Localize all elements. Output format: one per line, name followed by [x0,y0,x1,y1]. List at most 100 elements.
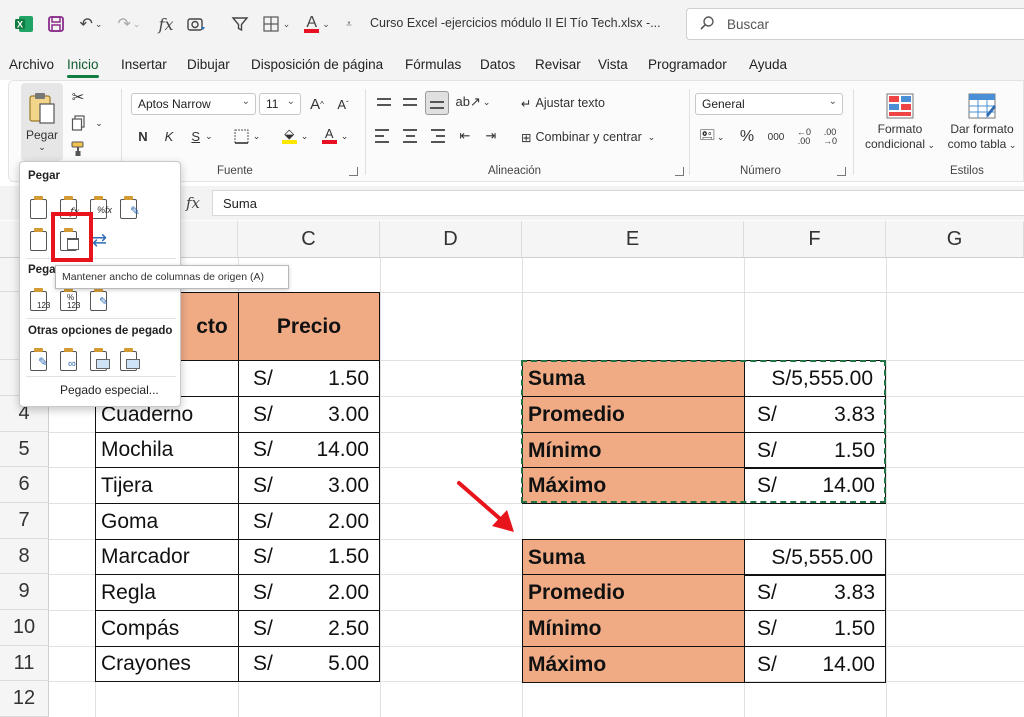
row-header-8[interactable]: 8 [0,539,49,574]
tab-insertar[interactable]: Insertar [121,57,167,72]
row-header-5[interactable]: 5 [0,432,49,467]
font-dialog-launcher-icon[interactable] [349,167,358,176]
row-header-11[interactable]: 11 [0,646,49,681]
price-cell[interactable]: S/1.50 [238,539,380,575]
paste-values-icon[interactable]: 123 [28,288,52,312]
summary-label-cell[interactable]: Promedio [522,574,745,611]
format-painter-icon[interactable] [67,139,89,159]
summary-label-cell[interactable]: Promedio [522,396,745,433]
align-top-icon[interactable] [375,93,393,111]
formula-input[interactable]: Suma [212,190,1024,216]
undo-icon[interactable]: ↶ ⌄ [78,13,104,35]
paste-linked-picture-icon[interactable] [118,348,142,372]
product-name-cell[interactable]: Goma [95,503,239,540]
price-cell[interactable]: S/2.50 [238,610,380,647]
insert-function-button[interactable]: fx [186,194,200,212]
align-right-icon[interactable] [427,127,445,145]
summary-label-cell[interactable]: Máximo [522,646,745,683]
camera-icon[interactable] [182,13,210,35]
save-icon[interactable] [46,13,66,35]
percent-button[interactable]: % [737,127,757,147]
summary-value-cell[interactable]: S/3.83 [744,396,886,433]
summary-value-cell[interactable]: S/5,555.00 [744,539,886,576]
summary-label-cell[interactable]: Mínimo [522,432,745,469]
paste-icon[interactable] [28,196,52,220]
number-format-select[interactable]: General ⌄ [695,93,843,115]
summary-label-cell[interactable]: Suma [522,539,745,576]
paste-values-source-formatting-icon[interactable]: ✎ [88,288,112,312]
summary-value-cell[interactable]: S/3.83 [744,574,886,611]
column-header-g[interactable]: G [886,221,1024,258]
price-cell[interactable]: S/14.00 [238,432,380,468]
tab-programador[interactable]: Programador [648,57,727,72]
redo-icon[interactable]: ↷ ⌄ [116,13,142,35]
tab-revisar[interactable]: Revisar [535,57,581,72]
product-name-cell[interactable]: Compás [95,610,239,647]
row-header-6[interactable]: 6 [0,467,49,503]
underline-button[interactable]: S ⌄ [185,125,219,147]
font-size-select[interactable]: 11 ⌄ [259,93,301,115]
column-header-d[interactable]: D [380,221,522,258]
number-dialog-launcher-icon[interactable] [837,167,846,176]
price-header-cell[interactable]: Precio [238,292,380,361]
product-name-cell[interactable]: Crayones [95,646,239,682]
font-color-icon[interactable]: A ⌄ [317,125,353,147]
tab-inicio[interactable]: Inicio [67,57,99,78]
search-input[interactable]: Buscar [686,8,1024,40]
decrease-decimal-icon[interactable]: .00 →0 [819,127,841,147]
paste-picture-icon[interactable] [88,348,112,372]
paste-keep-source-formatting-icon[interactable]: ✎ [118,196,142,220]
summary-label-cell[interactable]: Mínimo [522,610,745,647]
product-name-cell[interactable]: Mochila [95,432,239,468]
paste-special-menu-item[interactable]: Pegado especial... [60,383,159,397]
product-name-cell[interactable]: Regla [95,574,239,611]
summary-value-cell[interactable]: S/14.00 [744,467,886,504]
product-name-cell[interactable]: Marcador [95,539,239,575]
price-cell[interactable]: S/1.50 [238,360,380,397]
price-cell[interactable]: S/3.00 [238,396,380,433]
format-as-table-button[interactable]: Dar formato como tabla ⌄ [941,87,1023,159]
summary-value-cell[interactable]: S/14.00 [744,646,886,683]
tab-vista[interactable]: Vista [598,57,628,72]
tab-disposicion[interactable]: Disposición de página [251,57,383,72]
paste-link-icon[interactable]: ∞ [58,348,82,372]
summary-value-cell[interactable]: S/1.50 [744,432,886,469]
increase-indent-icon[interactable]: ⇥ [481,127,501,145]
paste-values-number-format-icon[interactable]: % 123 [58,288,82,312]
align-middle-icon[interactable] [401,93,419,111]
paste-button[interactable]: Pegar ⌄ [21,83,63,161]
price-cell[interactable]: S/2.00 [238,503,380,540]
wrap-text-button[interactable]: ↵ Ajustar texto [521,93,605,113]
copy-icon[interactable]: ⌄ [67,113,107,133]
column-header-e[interactable]: E [522,221,744,258]
row-header-12[interactable]: 12 [0,681,49,717]
tab-datos[interactable]: Datos [480,57,515,72]
fill-color-icon[interactable]: ⬙ ⌄ [277,125,313,147]
align-center-icon[interactable] [401,127,419,145]
accounting-format-icon[interactable]: 🖭 ⌄ [697,127,727,147]
borders-icon[interactable]: ⌄ [258,13,294,35]
font-color-icon[interactable]: A ⌄ [300,13,334,35]
orientation-icon[interactable]: ab↗ ⌄ [456,93,491,111]
cut-icon[interactable]: ✂ [67,87,89,107]
decrease-indent-icon[interactable]: ⇤ [455,127,475,145]
summary-label-cell[interactable]: Máximo [522,467,745,504]
increase-decimal-icon[interactable]: ←0.00 [793,127,815,147]
row-header-7[interactable]: 7 [0,503,49,539]
function-icon[interactable]: fx [156,13,176,35]
column-header-c[interactable]: C [238,221,380,258]
italic-button[interactable]: K [159,125,179,147]
paste-no-borders-icon[interactable] [28,228,52,252]
row-header-10[interactable]: 10 [0,610,49,646]
price-cell[interactable]: S/3.00 [238,467,380,504]
product-name-cell[interactable]: Tijera [95,467,239,504]
font-name-select[interactable]: Aptos Narrow ⌄ [131,93,256,115]
merge-center-button[interactable]: ⊞ Combinar y centrar ⌄ [521,127,655,147]
tab-formulas[interactable]: Fórmulas [405,57,461,72]
summary-value-cell[interactable]: S/5,555.00 [744,360,886,397]
summary-label-cell[interactable]: Suma [522,360,745,397]
thousands-button[interactable]: 000 [763,127,789,147]
tab-dibujar[interactable]: Dibujar [187,57,230,72]
bold-button[interactable]: N [133,125,153,147]
summary-value-cell[interactable]: S/1.50 [744,610,886,647]
